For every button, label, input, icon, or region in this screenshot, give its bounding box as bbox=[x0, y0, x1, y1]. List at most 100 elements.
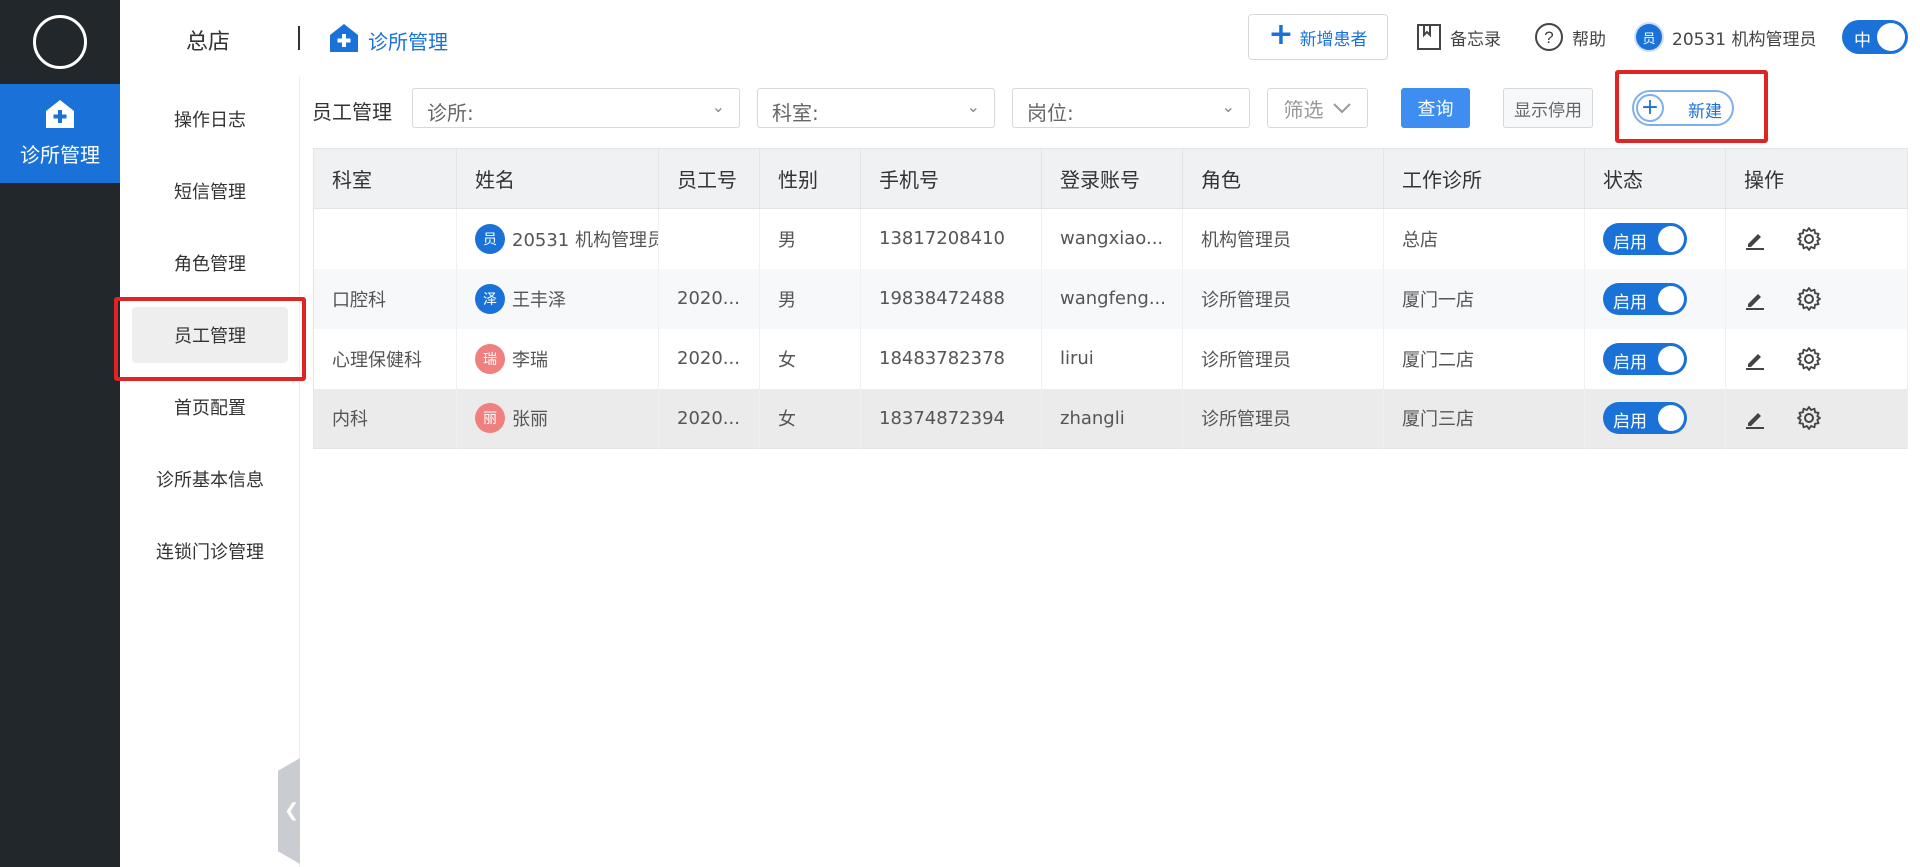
cell-employee-no: 2020... bbox=[658, 268, 760, 329]
gear-icon[interactable] bbox=[1796, 226, 1822, 252]
cell-phone: 19838472488 bbox=[860, 268, 1042, 329]
chevron-down-icon: ⌄ bbox=[711, 97, 725, 116]
new-patient-button[interactable]: + 新增患者 bbox=[1248, 14, 1388, 60]
query-button[interactable]: 查询 bbox=[1401, 88, 1470, 128]
app-logo[interactable] bbox=[33, 15, 87, 69]
filter-label: 筛选 bbox=[1283, 97, 1324, 122]
cell-account: lirui bbox=[1041, 328, 1183, 389]
column-header: 科室 bbox=[313, 148, 457, 209]
user-avatar: 员 bbox=[1634, 22, 1664, 52]
cell-department: 心理保健科 bbox=[313, 328, 457, 389]
gear-icon[interactable] bbox=[1796, 346, 1822, 372]
cell-status: 启用 bbox=[1584, 268, 1726, 329]
cell-actions bbox=[1725, 328, 1908, 389]
sidebar-collapse-handle[interactable]: ❮ bbox=[278, 758, 300, 864]
show-disabled-button[interactable]: 显示停用 bbox=[1503, 88, 1593, 128]
column-header: 姓名 bbox=[456, 148, 659, 209]
sidebar-item-chain-clinics[interactable]: 连锁门诊管理 bbox=[132, 523, 288, 579]
sidebar-item-operation-log[interactable]: 操作日志 bbox=[132, 91, 288, 147]
user-menu[interactable]: 员 20531 机构管理员 bbox=[1634, 20, 1816, 54]
highlight-box-staff bbox=[114, 297, 306, 381]
toggle-knob bbox=[1658, 345, 1684, 372]
cell-name: 泽 王丰泽 bbox=[456, 268, 659, 329]
chevron-down-icon bbox=[1332, 103, 1351, 114]
cell-gender: 女 bbox=[759, 328, 861, 389]
cell-name: 员 20531 机构管理员 bbox=[456, 208, 659, 269]
cell-employee-no: 2020... bbox=[658, 328, 760, 389]
status-toggle[interactable]: 启用 bbox=[1603, 402, 1687, 435]
column-header: 状态 bbox=[1584, 148, 1726, 209]
table-row[interactable]: 员 20531 机构管理员 男 13817208410 wangxiao... … bbox=[313, 208, 1908, 269]
language-toggle[interactable]: 中 bbox=[1842, 20, 1908, 54]
cell-role: 诊所管理员 bbox=[1182, 328, 1384, 389]
status-toggle[interactable]: 启用 bbox=[1603, 282, 1687, 315]
header-divider bbox=[298, 26, 300, 50]
user-name: 20531 机构管理员 bbox=[1672, 29, 1817, 50]
app-rail: 诊所管理 bbox=[0, 0, 120, 867]
status-toggle[interactable]: 启用 bbox=[1603, 342, 1687, 375]
gear-icon[interactable] bbox=[1796, 286, 1822, 312]
cell-clinic: 总店 bbox=[1383, 208, 1585, 269]
edit-icon[interactable] bbox=[1744, 348, 1766, 370]
sidebar-item-clinic-info[interactable]: 诊所基本信息 bbox=[132, 451, 288, 507]
help-button[interactable]: ? 帮助 bbox=[1534, 20, 1606, 54]
column-header: 手机号 bbox=[860, 148, 1042, 209]
department-select-label: 科室: bbox=[772, 101, 819, 125]
cell-clinic: 厦门二店 bbox=[1383, 328, 1585, 389]
status-label: 启用 bbox=[1613, 232, 1647, 253]
help-icon: ? bbox=[1535, 23, 1563, 51]
settings-sidebar: 操作日志 短信管理 角色管理 员工管理 首页配置 诊所基本信息 连锁门诊管理 bbox=[120, 76, 300, 867]
chevron-left-icon: ❮ bbox=[284, 800, 300, 821]
memo-button[interactable]: 备忘录 bbox=[1416, 20, 1501, 54]
cell-account: wangxiao... bbox=[1041, 208, 1183, 269]
store-name[interactable]: 总店 bbox=[186, 24, 230, 56]
cell-clinic: 厦门一店 bbox=[1383, 268, 1585, 329]
cell-account: zhangli bbox=[1041, 388, 1183, 449]
svg-text:?: ? bbox=[1544, 28, 1553, 47]
department-select[interactable]: 科室: ⌄ bbox=[757, 88, 995, 128]
cell-status: 启用 bbox=[1584, 388, 1726, 449]
sidebar-item-homepage-config[interactable]: 首页配置 bbox=[132, 379, 288, 435]
top-header: 总店 诊所管理 + 新增患者 备忘录 ? 帮助 员 20531 机构管理员 中 bbox=[120, 0, 1920, 76]
cell-gender: 女 bbox=[759, 388, 861, 449]
cell-phone: 18374872394 bbox=[860, 388, 1042, 449]
edit-icon[interactable] bbox=[1744, 288, 1766, 310]
sidebar-item-sms[interactable]: 短信管理 bbox=[132, 163, 288, 219]
cell-gender: 男 bbox=[759, 268, 861, 329]
plus-icon: + bbox=[1268, 17, 1294, 52]
sidebar-item-roles[interactable]: 角色管理 bbox=[132, 235, 288, 291]
memo-label: 备忘录 bbox=[1450, 29, 1501, 50]
edit-icon[interactable] bbox=[1744, 407, 1766, 430]
staff-name: 王丰泽 bbox=[512, 289, 566, 311]
cell-actions bbox=[1725, 268, 1908, 329]
status-label: 启用 bbox=[1613, 412, 1647, 433]
filter-button[interactable]: 筛选 bbox=[1267, 88, 1368, 128]
gear-icon[interactable] bbox=[1796, 405, 1822, 431]
cell-actions bbox=[1725, 208, 1908, 269]
status-label: 启用 bbox=[1613, 292, 1647, 313]
staff-name: 20531 机构管理员 bbox=[512, 229, 659, 251]
table-header-row: 科室 姓名 员工号 性别 手机号 登录账号 角色 工作诊所 状态 操作 bbox=[313, 148, 1908, 209]
module-title: 诊所管理 bbox=[368, 30, 448, 54]
status-toggle[interactable]: 启用 bbox=[1603, 222, 1687, 255]
rail-item-clinic-management[interactable]: 诊所管理 bbox=[0, 84, 120, 183]
table-row[interactable]: 口腔科 泽 王丰泽 2020... 男 19838472488 wangfeng… bbox=[313, 268, 1908, 329]
table-row[interactable]: 内科 丽 张丽 2020... 女 18374872394 zhangli 诊所… bbox=[313, 388, 1908, 449]
cell-employee-no: 2020... bbox=[658, 388, 760, 449]
memo-icon bbox=[1417, 24, 1441, 50]
cell-status: 启用 bbox=[1584, 328, 1726, 389]
position-select[interactable]: 岗位: ⌄ bbox=[1012, 88, 1250, 128]
staff-name: 张丽 bbox=[512, 409, 548, 431]
column-header: 操作 bbox=[1725, 148, 1908, 209]
cell-department: 内科 bbox=[313, 388, 457, 449]
help-label: 帮助 bbox=[1572, 29, 1606, 50]
clinic-home-icon bbox=[46, 100, 74, 128]
table-row[interactable]: 心理保健科 瑞 李瑞 2020... 女 18483782378 lirui 诊… bbox=[313, 328, 1908, 389]
chevron-down-icon: ⌄ bbox=[966, 97, 980, 116]
toggle-knob bbox=[1658, 225, 1684, 252]
avatar: 员 bbox=[475, 223, 505, 254]
clinic-select[interactable]: 诊所: ⌄ bbox=[412, 88, 740, 128]
edit-icon[interactable] bbox=[1744, 228, 1766, 250]
cell-role: 诊所管理员 bbox=[1182, 268, 1384, 329]
rail-item-label: 诊所管理 bbox=[20, 143, 100, 167]
